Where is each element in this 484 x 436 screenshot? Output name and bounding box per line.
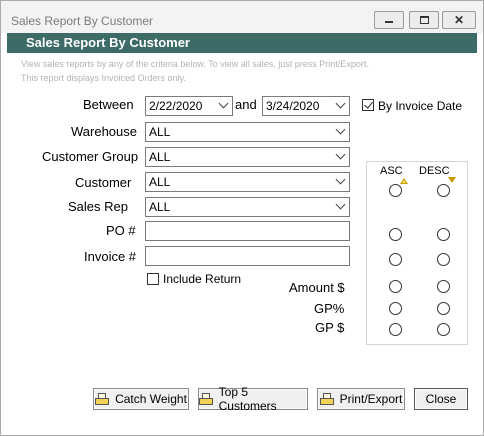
- date-to-value: 3/24/2020: [266, 99, 320, 113]
- customer-group-value: ALL: [149, 150, 171, 164]
- catch-weight-label: Catch Weight: [115, 392, 187, 406]
- close-window-button[interactable]: ✕: [442, 11, 476, 29]
- po-label: PO #: [106, 223, 136, 238]
- sort-radio-gp-amount-asc[interactable]: [389, 323, 402, 336]
- sort-radio-gp-amount-desc[interactable]: [437, 323, 450, 336]
- sort-radio-gp-percent-asc[interactable]: [389, 302, 402, 315]
- info-text-line1: View sales reports by any of the criteri…: [21, 59, 369, 69]
- warehouse-select[interactable]: ALL: [145, 122, 350, 142]
- chevron-down-icon: [218, 98, 229, 109]
- report-window: Sales Report By Customer ✕ Sales Report …: [0, 0, 484, 436]
- report-header: Sales Report By Customer: [7, 33, 477, 53]
- descending-arrow-icon: [448, 177, 456, 183]
- and-label: and: [235, 97, 257, 112]
- minimize-button[interactable]: [374, 11, 404, 29]
- chevron-down-icon: [335, 98, 346, 109]
- customer-group-select[interactable]: ALL: [145, 147, 350, 167]
- warehouse-label: Warehouse: [71, 124, 137, 139]
- window-title: Sales Report By Customer: [11, 14, 154, 28]
- sort-radio-amount-desc[interactable]: [437, 280, 450, 293]
- amount-sort-label: Amount $: [289, 280, 345, 295]
- catch-weight-button[interactable]: Catch Weight: [93, 388, 189, 410]
- gp-percent-sort-label: GP%: [314, 301, 345, 316]
- close-icon: ✕: [453, 13, 465, 27]
- warehouse-value: ALL: [149, 125, 171, 139]
- close-label: Close: [425, 392, 457, 406]
- maximize-button[interactable]: [409, 11, 439, 29]
- sort-radio-desc-2[interactable]: [437, 228, 450, 241]
- sales-rep-value: ALL: [149, 200, 171, 214]
- sort-radio-asc-3[interactable]: [389, 253, 402, 266]
- po-input[interactable]: [145, 221, 350, 241]
- sort-radio-desc-1[interactable]: [437, 184, 450, 197]
- include-return-checkbox[interactable]: [147, 273, 159, 285]
- sort-radio-asc-1[interactable]: [389, 184, 402, 197]
- ascending-arrow-icon: [400, 178, 408, 184]
- print-icon: [95, 393, 110, 405]
- include-return-label: Include Return: [163, 272, 242, 286]
- chevron-down-icon: [335, 124, 346, 135]
- sales-rep-select[interactable]: ALL: [145, 197, 350, 217]
- date-from-picker[interactable]: 2/22/2020: [145, 96, 233, 116]
- desc-header: DESC: [419, 165, 450, 177]
- title-bar[interactable]: Sales Report By Customer ✕: [1, 1, 483, 33]
- chevron-down-icon: [335, 174, 346, 185]
- print-icon: [319, 393, 334, 405]
- chevron-down-icon: [335, 149, 346, 160]
- sort-radio-asc-2[interactable]: [389, 228, 402, 241]
- gp-amount-sort-label: GP $: [315, 320, 345, 335]
- between-label: Between: [83, 97, 134, 112]
- print-icon: [199, 393, 213, 405]
- maximize-icon: [419, 16, 429, 24]
- date-from-value: 2/22/2020: [149, 99, 203, 113]
- invoice-input[interactable]: [145, 246, 350, 266]
- print-export-label: Print/Export: [339, 392, 403, 406]
- by-invoice-date-checkbox[interactable]: [362, 99, 374, 111]
- sort-radio-amount-asc[interactable]: [389, 280, 402, 293]
- top-5-customers-label: Top 5 Customers: [218, 385, 277, 413]
- minimize-icon: [385, 21, 393, 23]
- invoice-label: Invoice #: [84, 249, 137, 264]
- top-5-customers-button[interactable]: Top 5 Customers: [198, 385, 308, 413]
- sales-rep-label: Sales Rep: [68, 199, 128, 214]
- customer-group-label: Customer Group: [42, 149, 139, 164]
- by-invoice-date-label: By Invoice Date: [378, 99, 463, 113]
- chevron-down-icon: [335, 199, 346, 210]
- close-button[interactable]: Close: [414, 388, 468, 410]
- customer-value: ALL: [149, 175, 171, 189]
- sort-radio-gp-percent-desc[interactable]: [437, 302, 450, 315]
- info-text-line2: This report displays Invoiced Orders onl…: [21, 73, 186, 83]
- sort-radio-desc-3[interactable]: [437, 253, 450, 266]
- customer-label: Customer: [75, 175, 132, 190]
- customer-select[interactable]: ALL: [145, 172, 350, 192]
- sort-order-group: [366, 161, 468, 345]
- checkmark-icon: [364, 99, 373, 109]
- date-to-picker[interactable]: 3/24/2020: [262, 96, 350, 116]
- asc-header: ASC: [380, 165, 403, 177]
- print-export-button[interactable]: Print/Export: [317, 388, 405, 410]
